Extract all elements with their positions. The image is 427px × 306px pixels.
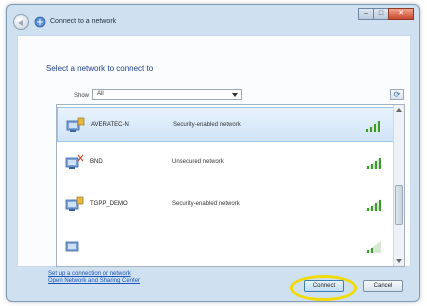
caption-buttons: – □ ✕ xyxy=(358,8,414,22)
signal-strength-icon xyxy=(365,199,381,211)
title-bar: Connect to a network – □ ✕ xyxy=(7,5,419,35)
wireless-icon xyxy=(65,241,79,252)
network-icon xyxy=(34,16,46,28)
network-row[interactable] xyxy=(57,229,394,264)
network-row[interactable]: AVERATEC-N Security-enabled network xyxy=(57,107,394,142)
content-panel: Select a network to connect to Show All … xyxy=(17,35,411,284)
back-button[interactable] xyxy=(13,14,29,30)
chevron-down-icon xyxy=(232,93,238,97)
show-filter-select[interactable]: All xyxy=(92,89,242,100)
refresh-button[interactable]: ⟳ xyxy=(390,89,404,100)
page-heading: Select a network to connect to xyxy=(46,64,154,73)
refresh-icon: ⟳ xyxy=(393,90,401,99)
signal-strength-icon xyxy=(364,120,380,132)
close-button[interactable]: ✕ xyxy=(388,8,414,20)
wireless-secured-icon xyxy=(65,196,84,211)
show-label: Show xyxy=(74,93,90,99)
network-ssid: TGPP_DEMO xyxy=(90,201,128,207)
list-scrollbar[interactable] xyxy=(393,105,404,266)
network-security: Unsecured network xyxy=(172,159,224,165)
scroll-thumb[interactable] xyxy=(395,185,403,225)
maximize-button[interactable]: □ xyxy=(373,8,389,20)
wireless-unsecured-icon xyxy=(65,154,84,169)
network-ssid: BND xyxy=(90,159,103,165)
network-security: Security-enabled network xyxy=(173,122,241,128)
dialog-footer: Connect Cancel xyxy=(7,267,419,303)
signal-strength-icon xyxy=(365,241,381,253)
show-filter-value: All xyxy=(97,91,104,97)
window-title: Connect to a network xyxy=(50,18,117,25)
network-row[interactable]: BND Unsecured network xyxy=(57,145,394,180)
cancel-button[interactable]: Cancel xyxy=(363,280,403,292)
minimize-button[interactable]: – xyxy=(358,8,374,20)
network-row[interactable]: TGPP_DEMO Security-enabled network xyxy=(57,187,394,222)
network-ssid: AVERATEC-N xyxy=(91,122,129,128)
signal-strength-icon xyxy=(365,157,381,169)
connect-to-network-window: Connect to a network – □ ✕ Select a netw… xyxy=(6,4,420,302)
connect-button[interactable]: Connect xyxy=(304,280,344,292)
scroll-down-button[interactable] xyxy=(394,256,404,266)
scroll-up-button[interactable] xyxy=(394,105,404,115)
network-security: Security-enabled network xyxy=(172,201,240,207)
wireless-secured-icon xyxy=(66,117,85,132)
network-list[interactable]: AVERATEC-N Security-enabled network BND … xyxy=(56,104,405,267)
